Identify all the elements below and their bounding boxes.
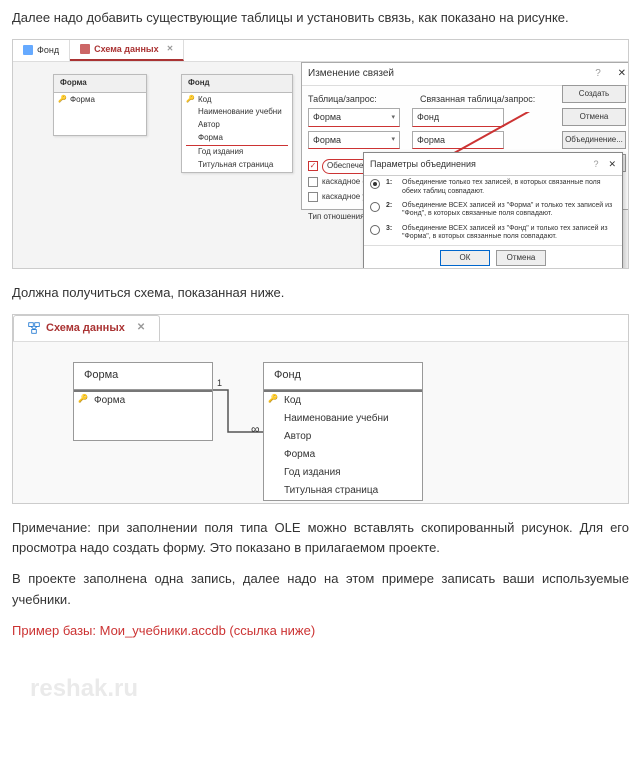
schema-icon [80, 44, 90, 54]
paragraph-2: Должна получиться схема, показанная ниже… [12, 283, 629, 304]
close-icon[interactable]: ✕ [167, 43, 174, 56]
table-box-forma[interactable]: Форма Форма [53, 74, 147, 137]
field-forma: Форма [186, 132, 288, 146]
field-name: Наименование учебни [186, 106, 288, 119]
field-kod: Код [186, 94, 288, 107]
create-button[interactable]: Создать [562, 85, 626, 103]
field-forma: Форма [264, 446, 422, 464]
tab-bar: Схема данных ✕ [13, 315, 628, 343]
watermark: reshak.ru [30, 670, 138, 708]
label-related: Связанная таблица/запрос: [420, 92, 535, 106]
cardinality-many: ∞ [251, 420, 260, 439]
field-year: Год издания [186, 146, 288, 159]
radio-icon [370, 202, 380, 212]
radio-icon [370, 179, 380, 189]
close-icon[interactable]: ✕ [608, 159, 616, 169]
field-title-page: Титульная страница [264, 482, 422, 500]
radio-num: 2: [386, 202, 396, 210]
cancel-button[interactable]: Отмена [562, 108, 626, 126]
checkbox-icon [308, 177, 318, 187]
join-button[interactable]: Объединение... [562, 131, 626, 149]
radio-option-1[interactable]: 1: Объединение только тех записей, в кот… [364, 176, 622, 199]
table-box-fond[interactable]: Фонд Код Наименование учебни Автор Форма… [181, 74, 293, 174]
paragraph-3: Примечание: при заполнении поля типа OLE… [12, 518, 629, 560]
field-name: Наименование учебни [264, 410, 422, 428]
checkbox-icon [308, 161, 318, 171]
combo-related[interactable]: Фонд [412, 108, 504, 126]
schema-icon [28, 322, 40, 334]
cancel-button[interactable]: Отмена [496, 250, 546, 266]
paragraph-4: В проекте заполнена одна запись, далее н… [12, 569, 629, 611]
table-title: Фонд [182, 75, 292, 93]
screenshot-relationship-editor: Фонд Схема данных ✕ Форма Форма Фонд [12, 39, 629, 269]
table-title: Форма [74, 363, 212, 390]
close-icon[interactable]: ✕ [618, 68, 626, 79]
radio-option-2[interactable]: 2: Объединение ВСЕХ записей из "Форма" и… [364, 199, 622, 222]
tab-fond[interactable]: Фонд [13, 40, 70, 61]
combo-field-right[interactable]: Форма [412, 131, 504, 149]
combo-field-left[interactable]: Форма▾ [308, 131, 400, 149]
schema-table-fond[interactable]: Фонд Код Наименование учебни Автор Форма… [263, 362, 423, 501]
label-table: Таблица/запрос: [308, 92, 400, 106]
tab-label: Схема данных [94, 42, 159, 56]
radio-text: Объединение ВСЕХ записей из "Фонд" и тол… [402, 225, 616, 242]
paragraph-1: Далее надо добавить существующие таблицы… [12, 8, 629, 29]
close-icon[interactable]: ✕ [137, 320, 145, 336]
ok-button[interactable]: ОК [440, 250, 490, 266]
field-forma: Форма [74, 392, 212, 410]
radio-icon [370, 225, 380, 235]
radio-num: 1: [386, 179, 396, 187]
tab-schema[interactable]: Схема данных ✕ [70, 40, 184, 61]
dialog-title-text: Изменение связей [308, 66, 394, 82]
tab-schema[interactable]: Схема данных ✕ [13, 315, 160, 342]
table-title: Фонд [264, 363, 422, 390]
field-author: Автор [186, 119, 288, 132]
schema-table-forma[interactable]: Форма Форма [73, 362, 213, 441]
field-year: Год издания [264, 464, 422, 482]
relation-type-label: Тип отношения: [308, 212, 367, 221]
checkbox-icon [308, 192, 318, 202]
radio-num: 3: [386, 225, 396, 233]
tab-label: Фонд [37, 43, 59, 57]
dialog-title-text: Параметры объединения [370, 157, 476, 171]
tab-label: Схема данных [46, 320, 125, 338]
field-title-page: Титульная страница [186, 159, 288, 172]
field-author: Автор [264, 428, 422, 446]
combo-table[interactable]: Форма▾ [308, 108, 400, 126]
radio-text: Объединение только тех записей, в которы… [402, 179, 616, 196]
table-title: Форма [54, 75, 146, 93]
screenshot-schema-result: Схема данных ✕ Форма Форма Фонд Код Наим… [12, 314, 629, 504]
field-forma: Форма [58, 94, 142, 107]
cardinality-one: 1 [217, 376, 222, 390]
paragraph-5-link: Пример базы: Мои_учебники.accdb (ссылка … [12, 621, 629, 642]
tab-bar: Фонд Схема данных ✕ [13, 40, 628, 62]
radio-text: Объединение ВСЕХ записей из "Форма" и то… [402, 202, 616, 219]
dialog-titlebar: Изменение связей ? ✕ [302, 63, 629, 86]
dialog-titlebar: Параметры объединения ?✕ [364, 153, 622, 176]
field-kod: Код [264, 392, 422, 410]
radio-option-3[interactable]: 3: Объединение ВСЕХ записей из "Фонд" и … [364, 222, 622, 245]
table-icon [23, 45, 33, 55]
dialog-join-params: Параметры объединения ?✕ 1: Объединение … [363, 152, 623, 269]
